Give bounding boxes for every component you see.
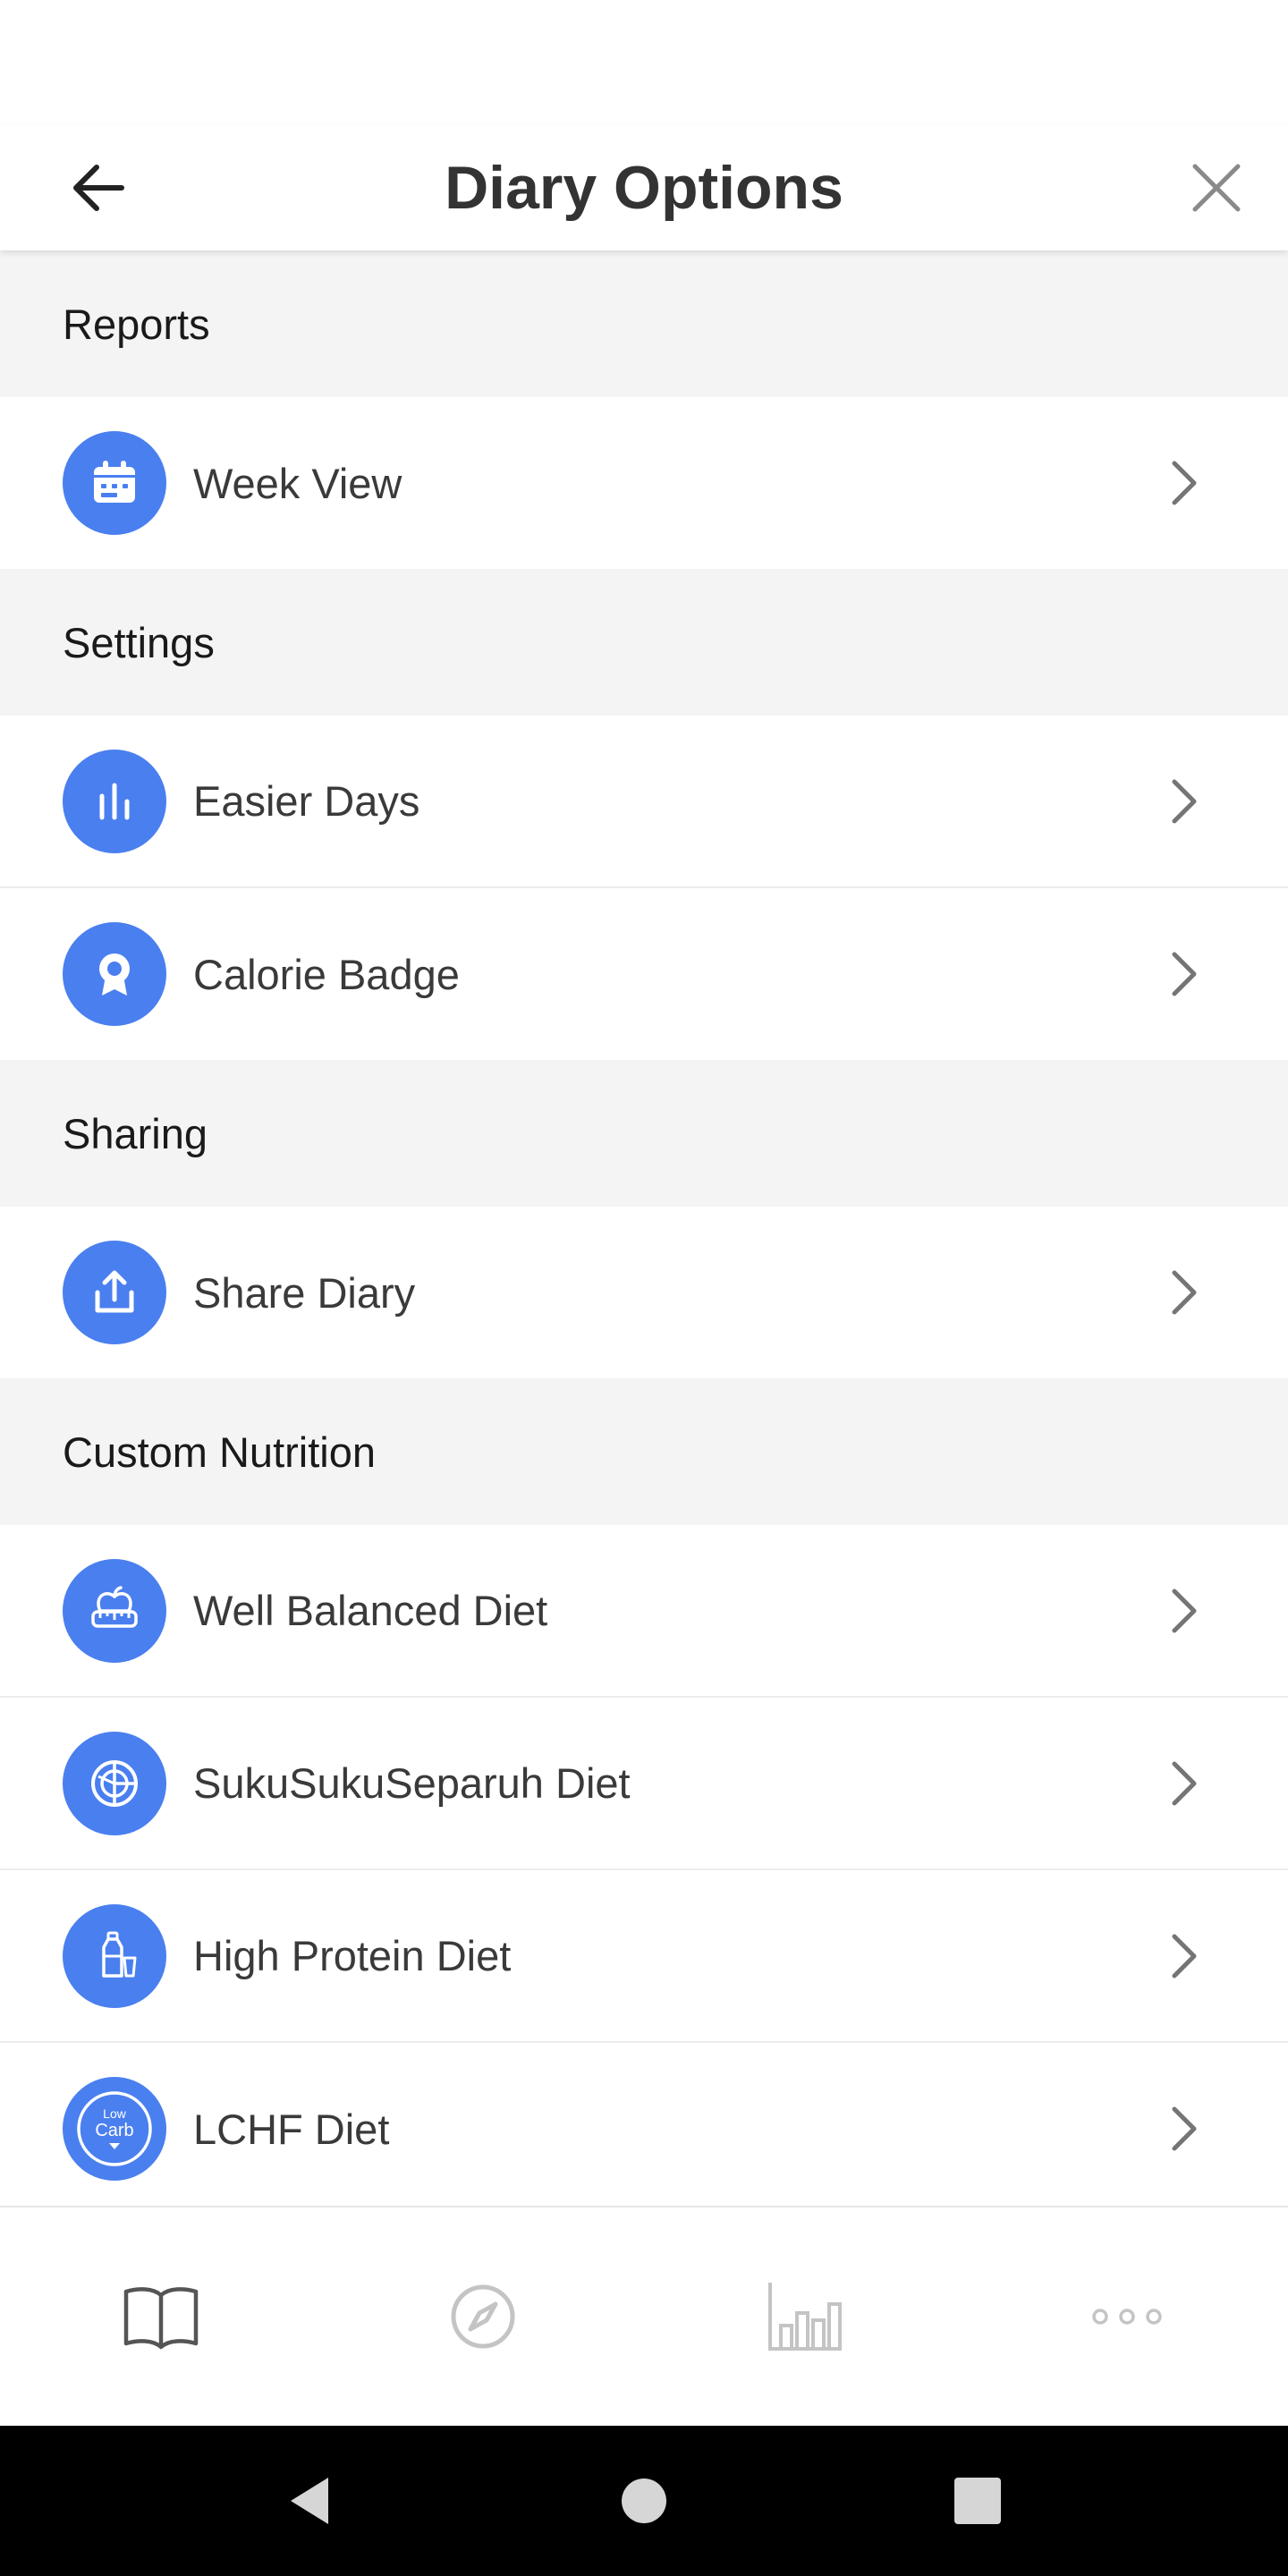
row-sukusukuseparuh-diet[interactable]: SukuSukuSeparuh Diet <box>0 1698 1288 1870</box>
diary-options-list[interactable]: Reports Week View Settings Easier Days C… <box>0 250 1288 2206</box>
system-navigation-bar <box>0 2426 1288 2576</box>
row-label: Well Balanced Diet <box>193 1587 548 1634</box>
page-title: Diary Options <box>445 154 843 222</box>
calendar-icon <box>63 431 166 535</box>
chevron-right-icon <box>1161 2106 1208 2152</box>
app-header: Diary Options <box>0 125 1288 250</box>
section-header-sharing: Sharing <box>0 1060 1288 1207</box>
bottom-nav <box>0 2206 1288 2426</box>
section-header-reports: Reports <box>0 250 1288 397</box>
low-carb-icon: Low Carb <box>63 2077 166 2181</box>
chevron-right-icon <box>1161 1269 1208 1316</box>
low-carb-icon-main-text: Carb <box>95 2121 133 2140</box>
share-upload-icon <box>63 1241 166 1344</box>
section-title: Reports <box>63 300 210 348</box>
row-label: Easier Days <box>193 777 420 825</box>
row-label: Week View <box>193 459 402 507</box>
row-label: High Protein Diet <box>193 1932 512 1979</box>
more-dots-icon <box>1092 2309 1162 2325</box>
tab-diary[interactable] <box>0 2207 322 2426</box>
apple-scale-icon <box>63 1558 166 1663</box>
row-well-balanced-diet[interactable]: Well Balanced Diet <box>0 1525 1288 1698</box>
system-recents-button[interactable] <box>924 2447 1031 2555</box>
chevron-right-icon <box>1161 1760 1208 1807</box>
chevron-right-icon <box>1161 778 1208 825</box>
recents-square-icon <box>954 2478 1002 2524</box>
row-label: Calorie Badge <box>193 950 460 998</box>
section-title: Sharing <box>63 1109 208 1157</box>
status-bar <box>0 0 1288 125</box>
close-icon <box>1192 164 1241 212</box>
row-share-diary[interactable]: Share Diary <box>0 1207 1288 1378</box>
section-header-settings: Settings <box>0 569 1288 716</box>
row-label: LCHF Diet <box>193 2105 390 2153</box>
section-header-custom-nutrition: Custom Nutrition <box>0 1378 1288 1525</box>
bar-chart-icon <box>768 2283 842 2351</box>
chevron-right-icon <box>1161 1588 1208 1634</box>
row-lchf-diet[interactable]: Low Carb LCHF Diet <box>0 2043 1288 2206</box>
section-title: Settings <box>63 618 215 666</box>
tab-explore[interactable] <box>322 2207 644 2426</box>
section-title: Custom Nutrition <box>63 1428 376 1476</box>
back-triangle-icon <box>290 2478 328 2524</box>
protein-bottle-icon <box>63 1903 166 2008</box>
row-high-protein-diet[interactable]: High Protein Diet <box>0 1870 1288 2043</box>
row-label: Share Diary <box>193 1268 416 1317</box>
row-easier-days[interactable]: Easier Days <box>0 716 1288 888</box>
row-calorie-badge[interactable]: Calorie Badge <box>0 888 1288 1060</box>
arrow-left-icon <box>73 165 124 211</box>
chevron-right-icon <box>1161 1933 1208 1979</box>
low-carb-icon-top-text: Low <box>103 2106 127 2121</box>
close-button[interactable] <box>1172 152 1261 224</box>
back-button[interactable] <box>54 152 143 224</box>
system-back-button[interactable] <box>257 2447 364 2555</box>
row-week-view[interactable]: Week View <box>0 397 1288 569</box>
bar-chart-icon <box>63 749 166 853</box>
tab-more[interactable] <box>966 2207 1288 2426</box>
tab-progress[interactable] <box>644 2207 966 2426</box>
row-label: SukuSukuSeparuh Diet <box>193 1759 631 1807</box>
compass-icon <box>451 2284 515 2349</box>
plate-sections-icon <box>63 1731 166 1835</box>
chevron-right-icon <box>1161 951 1208 997</box>
home-circle-icon <box>621 2479 666 2523</box>
system-home-button[interactable] <box>590 2447 698 2555</box>
book-icon <box>123 2287 199 2350</box>
badge-ribbon-icon <box>63 922 166 1026</box>
chevron-right-icon <box>1161 460 1208 506</box>
